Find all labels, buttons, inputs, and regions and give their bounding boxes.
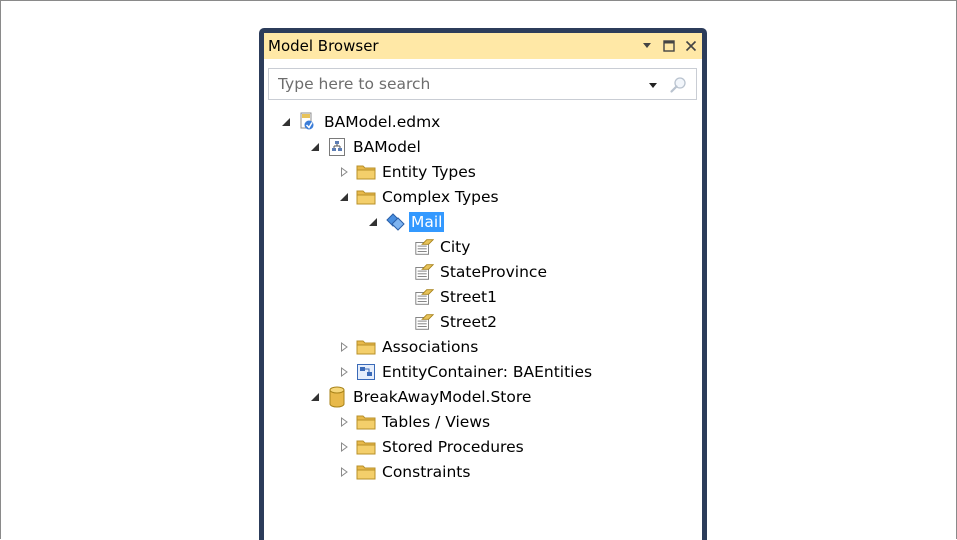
tree-label: City [440,237,471,256]
collapse-arrow-icon[interactable] [309,391,321,403]
tree-node-complex-types[interactable]: Complex Types [338,184,501,209]
tree-label: Stored Procedures [382,437,524,456]
expand-arrow-icon[interactable] [338,166,350,178]
expand-arrow-icon[interactable] [338,341,350,353]
folder-icon [356,162,376,182]
expand-arrow-icon[interactable] [338,441,350,453]
maximize-icon[interactable] [662,39,676,53]
dropdown-arrow-icon[interactable] [640,39,654,53]
tree-node-tables-views[interactable]: Tables / Views [338,409,492,434]
tree-node-constraints[interactable]: Constraints [338,459,472,484]
expand-arrow-icon[interactable] [338,416,350,428]
search-dropdown-icon[interactable] [646,77,660,91]
property-icon [414,312,434,332]
tree-node-state-province[interactable]: StateProvince [414,259,549,284]
tree-node-street2[interactable]: Street2 [414,309,499,334]
expand-arrow-icon[interactable] [338,366,350,378]
folder-icon [356,187,376,207]
tree-label: Street2 [440,312,497,331]
tree-node-city[interactable]: City [414,234,472,259]
property-icon [414,262,434,282]
tree-label: Complex Types [382,187,499,206]
search-bar [268,68,697,100]
database-icon [327,386,347,407]
tree-node-mail[interactable]: Mail [367,209,445,234]
tree-node-store[interactable]: BreakAwayModel.Store [309,384,533,409]
tree-label-selected: Mail [409,211,445,232]
tree-node-entity-types[interactable]: Entity Types [338,159,478,184]
search-icon[interactable] [668,75,688,95]
window-controls [640,35,698,57]
expand-arrow-icon[interactable] [338,466,350,478]
folder-icon [356,437,376,457]
tree-label: EntityContainer: BAEntities [382,362,593,381]
tree-label: Constraints [382,462,471,481]
tree-label: BreakAwayModel.Store [353,387,532,406]
tree-node-edmx[interactable]: BAModel.edmx [280,109,442,134]
tree-label: StateProvince [440,262,547,281]
tree-node-associations[interactable]: Associations [338,334,480,359]
model-diagram-icon [327,137,347,157]
close-icon[interactable] [684,39,698,53]
search-input[interactable] [269,69,638,99]
collapse-arrow-icon[interactable] [367,216,379,228]
folder-icon [356,462,376,482]
window-title: Model Browser [268,37,379,55]
model-browser-window: Model Browser Type here to search BAMode… [259,28,707,540]
tree-label: Associations [382,337,479,356]
tree-label: Tables / Views [382,412,491,431]
edmx-file-icon [298,112,318,132]
tree-node-stored-procedures[interactable]: Stored Procedures [338,434,526,459]
browser-content: BAModel.edmx BAModel [264,59,702,540]
tree-label: BAModel [353,137,421,156]
entity-container-icon [356,362,376,382]
tree-node-model[interactable]: BAModel [309,134,423,159]
complex-type-icon [385,212,405,232]
property-icon [414,287,434,307]
tree-label: BAModel.edmx [324,112,441,131]
collapse-arrow-icon[interactable] [280,116,292,128]
tree-label: Entity Types [382,162,476,181]
folder-icon [356,337,376,357]
tree-label: Street1 [440,287,497,306]
tree-node-street1[interactable]: Street1 [414,284,499,309]
title-bar: Model Browser [264,33,702,59]
collapse-arrow-icon[interactable] [338,191,350,203]
tree-node-entity-container[interactable]: EntityContainer: BAEntities [338,359,594,384]
folder-icon [356,412,376,432]
collapse-arrow-icon[interactable] [309,141,321,153]
property-icon [414,237,434,257]
